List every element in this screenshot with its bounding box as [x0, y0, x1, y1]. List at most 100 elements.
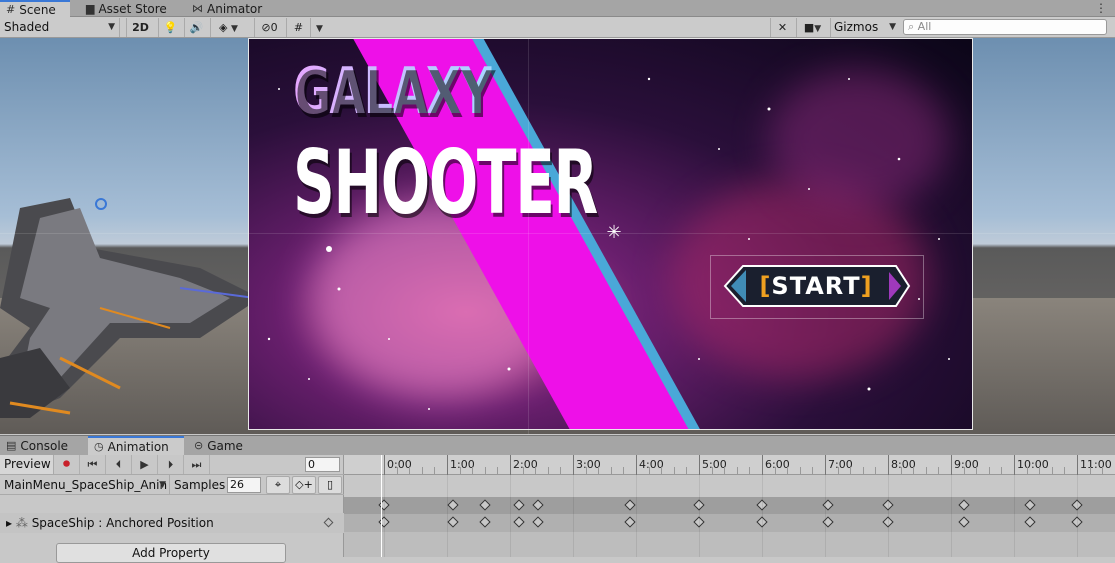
- ruler-major-tick: [699, 455, 700, 475]
- timeline-grid-line: [447, 475, 448, 557]
- ruler-minor-tick: [989, 467, 990, 475]
- keyframe[interactable]: [479, 499, 490, 510]
- playhead[interactable]: [381, 455, 382, 557]
- scene-viewport[interactable]: GALAXY SHOOTER [START] ✳: [0, 38, 1115, 434]
- event-marker-icon[interactable]: ▯: [318, 476, 342, 494]
- keyframe[interactable]: [448, 499, 459, 510]
- next-keyframe-icon[interactable]: ⏵: [158, 455, 184, 474]
- keyframe[interactable]: [1024, 499, 1035, 510]
- ruler-minor-tick: [460, 467, 461, 475]
- tools-icon[interactable]: ✕: [770, 18, 794, 37]
- first-keyframe-icon[interactable]: ⏮: [80, 455, 106, 474]
- keyframe[interactable]: [533, 516, 544, 527]
- ruler-minor-tick: [674, 467, 675, 475]
- clock-icon: ◷: [94, 438, 104, 456]
- more-options-icon[interactable]: ⋮: [1095, 0, 1107, 16]
- ruler-minor-tick: [598, 467, 599, 475]
- ruler-minor-tick: [623, 467, 624, 475]
- start-button[interactable]: [START]: [721, 264, 911, 308]
- effects-dropdown-icon[interactable]: ◈ ▼: [210, 18, 246, 37]
- ruler-minor-tick: [850, 467, 851, 475]
- ruler-label: 1:00: [450, 458, 475, 471]
- keyframe[interactable]: [514, 516, 525, 527]
- audio-toggle-icon[interactable]: 🔊: [184, 18, 208, 37]
- pivot-gizmo[interactable]: [95, 198, 107, 210]
- add-keyframe-icon[interactable]: ⌖: [266, 476, 290, 494]
- clip-dropdown[interactable]: MainMenu_SpaceShip_Anin ▼: [0, 475, 170, 495]
- tab-asset-store[interactable]: ▆ Asset Store: [80, 0, 180, 17]
- title-galaxy: GALAXY: [293, 55, 492, 129]
- keyframe[interactable]: [514, 499, 525, 510]
- ui-canvas[interactable]: GALAXY SHOOTER [START] ✳: [248, 38, 973, 430]
- ruler-label: 8:00: [891, 458, 916, 471]
- ruler-major-tick: [447, 455, 448, 475]
- lighting-toggle-icon[interactable]: 💡: [158, 18, 182, 37]
- keyframe[interactable]: [958, 499, 969, 510]
- grid-line: [0, 233, 1115, 234]
- ruler-major-tick: [384, 455, 385, 475]
- property-track[interactable]: [344, 514, 1115, 532]
- preview-button[interactable]: Preview: [0, 455, 54, 474]
- tab-scene[interactable]: # Scene: [0, 0, 70, 18]
- ruler-minor-tick: [497, 467, 498, 475]
- current-frame-field[interactable]: 0: [305, 457, 340, 472]
- property-row[interactable]: ▸ ⁂ SpaceShip : Anchored Position: [0, 513, 344, 533]
- add-event-icon[interactable]: ◇+: [292, 476, 316, 494]
- add-property-button[interactable]: Add Property: [56, 543, 286, 563]
- keyframe[interactable]: [1024, 516, 1035, 527]
- ruler-minor-tick: [611, 467, 612, 475]
- tab-console[interactable]: ▤ Console: [0, 437, 82, 455]
- shading-mode-dropdown[interactable]: Shaded ▼: [4, 18, 120, 37]
- tab-animator[interactable]: ⋈ Animator: [186, 0, 276, 17]
- tab-animation[interactable]: ◷ Animation: [88, 436, 184, 456]
- samples-field[interactable]: 26: [227, 477, 261, 493]
- gizmos-dropdown[interactable]: Gizmos ▼: [830, 18, 898, 37]
- timeline-header-strip: [344, 475, 1115, 497]
- ruler-major-tick: [1077, 455, 1078, 475]
- time-ruler[interactable]: 0:001:002:003:004:005:006:007:008:009:00…: [344, 455, 1115, 475]
- camera-dropdown-icon[interactable]: ■▼: [796, 18, 828, 37]
- ruler-minor-tick: [422, 467, 423, 475]
- last-keyframe-icon[interactable]: ⏭: [184, 455, 210, 474]
- summary-track[interactable]: [344, 497, 1115, 515]
- top-tab-bar: # Scene ▆ Asset Store ⋈ Animator ⋮: [0, 0, 1115, 17]
- ruler-label: 6:00: [765, 458, 790, 471]
- hash-grid-icon: #: [6, 2, 15, 18]
- 2d-toggle-button[interactable]: 2D: [126, 18, 154, 37]
- ruler-minor-tick: [686, 467, 687, 475]
- add-property-label: Add Property: [132, 546, 210, 560]
- keyframe[interactable]: [958, 516, 969, 527]
- hidden-objects-button[interactable]: ⊘0: [254, 18, 284, 37]
- timeline-grid-line: [888, 475, 889, 557]
- ruler-minor-tick: [787, 467, 788, 475]
- expand-arrow-icon[interactable]: ▸: [6, 516, 12, 530]
- record-icon[interactable]: ⏺: [54, 455, 80, 474]
- play-icon[interactable]: ▶: [132, 455, 158, 474]
- keyframe[interactable]: [624, 499, 635, 510]
- start-text: START: [771, 272, 860, 300]
- ruler-minor-tick: [434, 467, 435, 475]
- keyframe[interactable]: [533, 499, 544, 510]
- ruler-minor-tick: [913, 467, 914, 475]
- ruler-minor-tick: [1090, 467, 1091, 475]
- animator-icon: ⋈: [192, 1, 203, 17]
- ruler-major-tick: [888, 455, 889, 475]
- grid-toggle-icon[interactable]: #: [286, 18, 310, 37]
- ruler-minor-tick: [1001, 467, 1002, 475]
- tab-game[interactable]: ⊝ Game: [188, 437, 258, 455]
- ruler-minor-tick: [1064, 467, 1065, 475]
- spaceship-model[interactable]: [0, 188, 260, 428]
- prev-keyframe-icon[interactable]: ⏴: [106, 455, 132, 474]
- animation-timeline[interactable]: 0:001:002:003:004:005:006:007:008:009:00…: [344, 455, 1115, 557]
- grid-dropdown-icon[interactable]: ▼: [310, 18, 328, 37]
- search-icon: ⌕: [908, 20, 914, 33]
- keyframe[interactable]: [624, 516, 635, 527]
- grid-line: [528, 38, 529, 434]
- scene-search-input[interactable]: ⌕ All: [903, 19, 1107, 35]
- keyframe[interactable]: [479, 516, 490, 527]
- ruler-minor-tick: [737, 467, 738, 475]
- keyframe[interactable]: [448, 516, 459, 527]
- search-placeholder: All: [918, 20, 932, 33]
- clip-name: MainMenu_SpaceShip_Anin: [4, 478, 167, 492]
- keyframe-toggle-icon[interactable]: [324, 518, 334, 528]
